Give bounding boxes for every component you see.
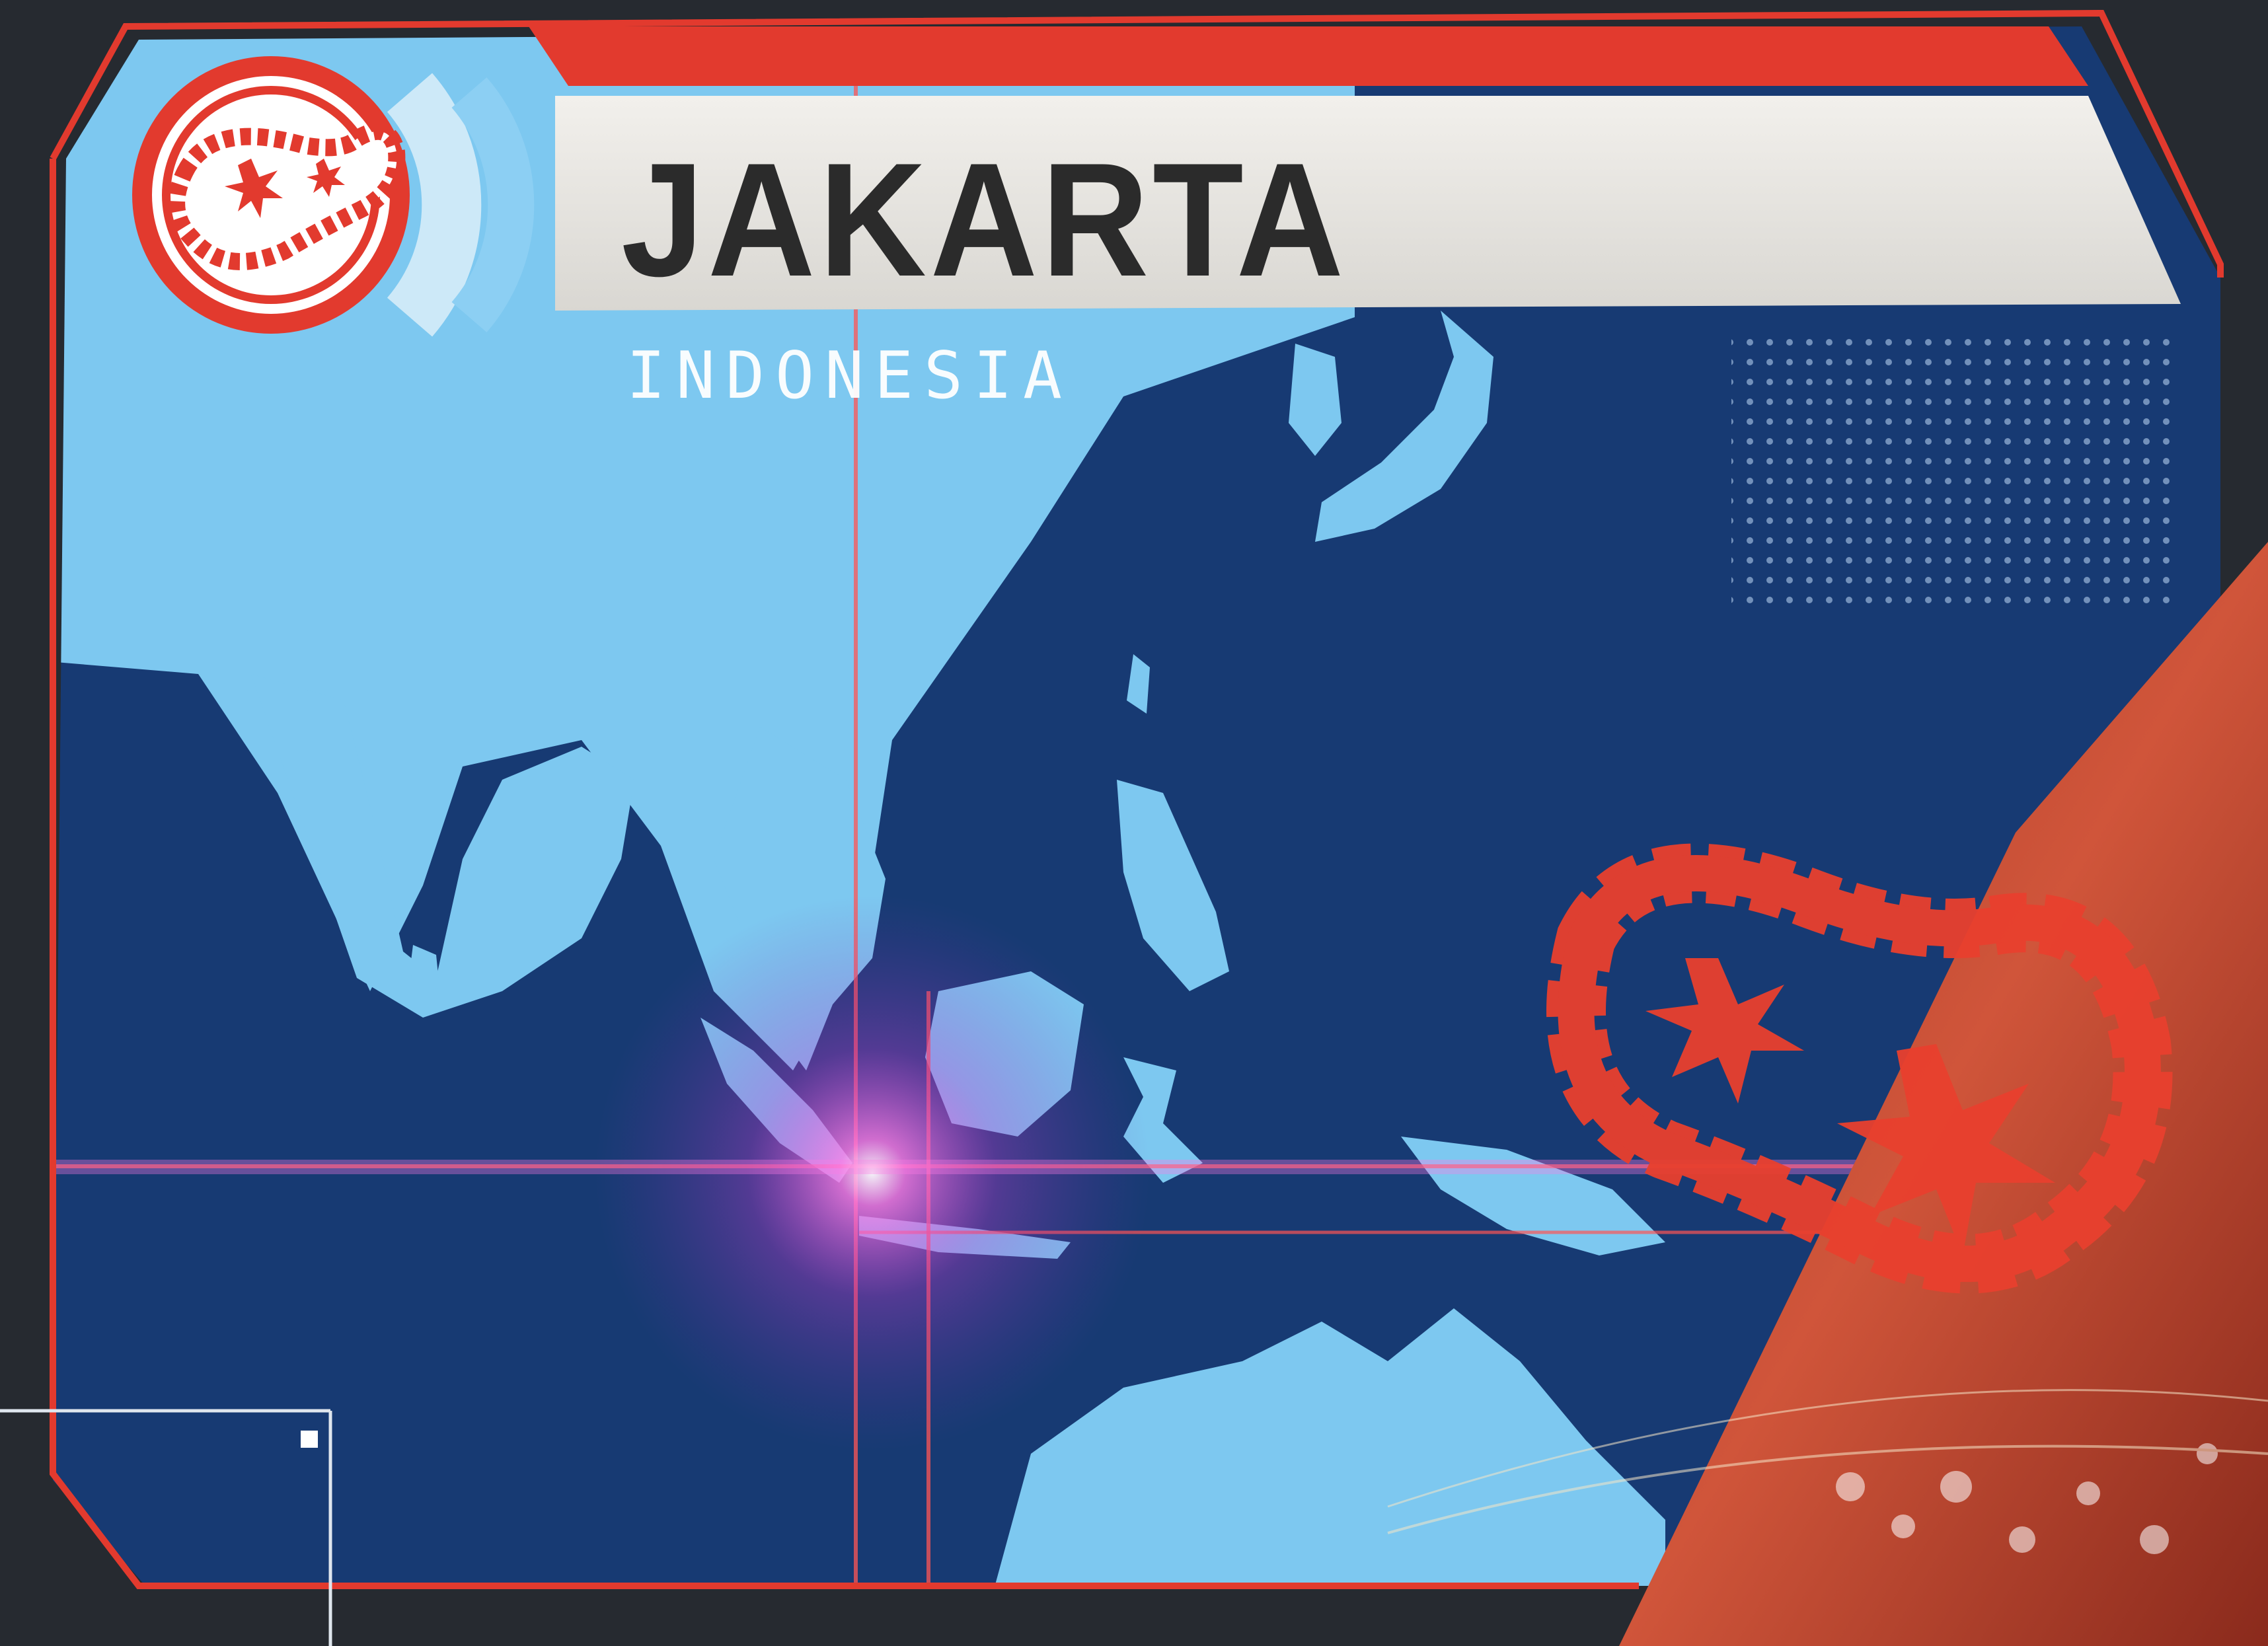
country-name: INDONESIA [626,338,1073,414]
city-name: JAKARTA [621,129,1347,310]
germ-icon [132,56,410,334]
